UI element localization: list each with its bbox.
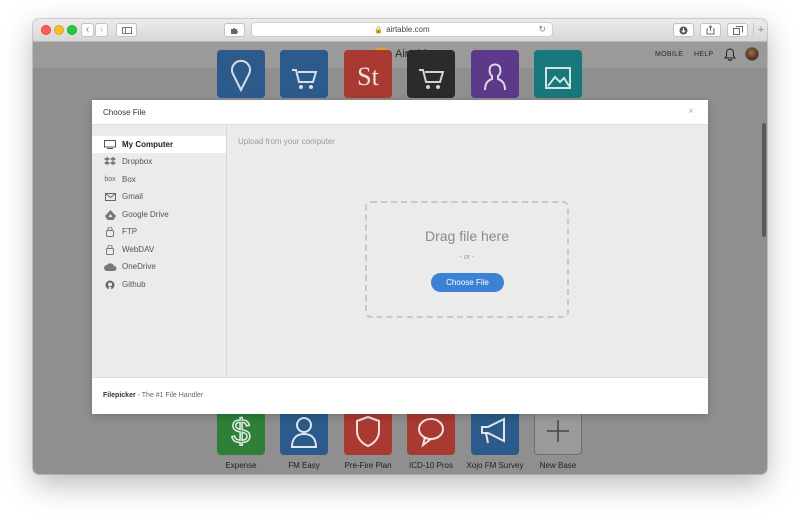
close-icon[interactable]: ×	[688, 106, 694, 117]
source-label: Gmail	[122, 192, 143, 201]
source-google-drive[interactable]: Google Drive	[92, 206, 226, 223]
source-onedrive[interactable]: OneDrive	[92, 258, 226, 275]
download-icon	[679, 26, 688, 34]
base-tile[interactable]	[407, 50, 455, 98]
new-base-tile[interactable]	[534, 407, 582, 455]
svg-text:$: $	[232, 413, 251, 451]
tabs-overview-button[interactable]	[727, 23, 748, 37]
chat-icon	[418, 418, 444, 448]
choose-file-dialog: Choose File × My Computer Dropbox box Bo…	[92, 100, 708, 414]
webdav-icon	[101, 244, 119, 255]
content-heading: Upload from your computer	[238, 137, 335, 146]
base-tile[interactable]	[280, 407, 328, 455]
chevron-right-icon: ›	[99, 24, 104, 35]
person-icon	[290, 417, 318, 448]
address-bar[interactable]: 🔒 airtable.com ↻	[251, 22, 553, 37]
dialog-footer: Filepicker - The #1 File Handler	[92, 377, 708, 414]
share-icon	[706, 25, 715, 35]
megaphone-icon	[481, 417, 505, 444]
github-icon	[101, 280, 119, 290]
source-github[interactable]: Github	[92, 276, 226, 293]
dropbox-icon	[101, 156, 119, 167]
url-text: airtable.com	[386, 25, 430, 34]
close-window-button[interactable]	[41, 25, 51, 35]
dollar-icon: $	[231, 412, 252, 451]
google-drive-icon	[101, 209, 119, 220]
page-scrollbar[interactable]	[762, 123, 766, 237]
sidebar-toggle-button[interactable]	[116, 23, 137, 37]
base-tile[interactable]	[217, 50, 265, 98]
browser-toolbar: ‹ › 🔒 airtable.com ↻ +	[33, 19, 767, 42]
base-tile[interactable]	[280, 50, 328, 98]
base-tile[interactable]	[471, 50, 519, 98]
source-label: Google Drive	[122, 210, 169, 219]
base-tile[interactable]: St	[344, 50, 392, 98]
share-button[interactable]	[700, 23, 721, 37]
source-webdav[interactable]: WebDAV	[92, 241, 226, 258]
source-my-computer[interactable]: My Computer	[92, 136, 226, 153]
downloads-button[interactable]	[673, 23, 694, 37]
source-dropbox[interactable]: Dropbox	[92, 153, 226, 170]
dialog-header: Choose File ×	[92, 100, 708, 125]
dialog-title: Choose File	[103, 108, 146, 117]
drag-file-text: Drag file here	[424, 228, 510, 244]
base-tile[interactable]	[534, 50, 582, 98]
new-tab-button[interactable]: +	[753, 23, 767, 37]
plus-icon	[547, 420, 569, 442]
minimize-window-button[interactable]	[54, 25, 64, 35]
ftp-icon	[101, 226, 119, 237]
base-tile[interactable]	[344, 407, 392, 455]
source-label: FTP	[122, 227, 138, 236]
cart-icon	[419, 69, 445, 89]
or-separator: - or -	[459, 254, 475, 261]
box-icon: box	[104, 176, 116, 183]
computer-icon	[101, 140, 119, 149]
zoom-window-button[interactable]	[67, 25, 77, 35]
base-tile[interactable]: $	[217, 407, 265, 455]
extension-button[interactable]	[224, 23, 245, 37]
person-icon	[484, 63, 506, 91]
mobile-link[interactable]: MOBILE	[655, 51, 683, 58]
forward-button[interactable]: ›	[95, 23, 108, 37]
chevron-left-icon: ‹	[85, 24, 90, 35]
avatar[interactable]	[745, 47, 759, 61]
source-sidebar: My Computer Dropbox box Box Gmail Google…	[92, 125, 227, 377]
sidebar-icon	[121, 26, 132, 34]
footer-brand[interactable]: Filepicker	[103, 392, 136, 399]
cart-icon	[292, 69, 318, 89]
onedrive-icon	[101, 262, 119, 271]
footer-tagline: - The #1 File Handler	[135, 392, 204, 399]
source-label: Dropbox	[122, 157, 153, 166]
source-label: Github	[122, 280, 146, 289]
tabs-icon	[732, 25, 743, 35]
base-tile[interactable]	[471, 407, 519, 455]
back-button[interactable]: ‹	[81, 23, 94, 37]
base-tile[interactable]	[407, 407, 455, 455]
base-label[interactable]: New Base	[513, 461, 603, 470]
source-ftp[interactable]: FTP	[92, 223, 226, 240]
footer-text: Filepicker - The #1 File Handler	[103, 392, 203, 399]
choose-file-button[interactable]: Choose File	[431, 273, 504, 292]
gmail-icon	[101, 192, 119, 201]
app-header: Airtable MOBILE HELP	[33, 42, 767, 68]
file-drop-zone[interactable]: Drag file here - or - Choose File	[365, 201, 569, 318]
source-label: WebDAV	[122, 245, 155, 254]
browser-window: ‹ › 🔒 airtable.com ↻ + MOBILE HELP St $ …	[33, 19, 767, 474]
shield-icon	[356, 415, 380, 448]
lock-icon: 🔒	[374, 26, 384, 34]
source-label: Box	[122, 175, 136, 184]
source-label: My Computer	[122, 140, 174, 149]
help-link[interactable]: HELP	[694, 51, 714, 58]
bell-icon[interactable]	[724, 48, 736, 61]
map-pin-icon	[231, 59, 251, 92]
puzzle-icon	[231, 27, 238, 34]
source-label: OneDrive	[122, 262, 156, 271]
reload-icon[interactable]: ↻	[538, 24, 546, 35]
source-box[interactable]: box Box	[92, 171, 226, 188]
st-letters-icon: St	[357, 62, 379, 91]
image-icon	[545, 67, 571, 89]
source-gmail[interactable]: Gmail	[92, 188, 226, 205]
